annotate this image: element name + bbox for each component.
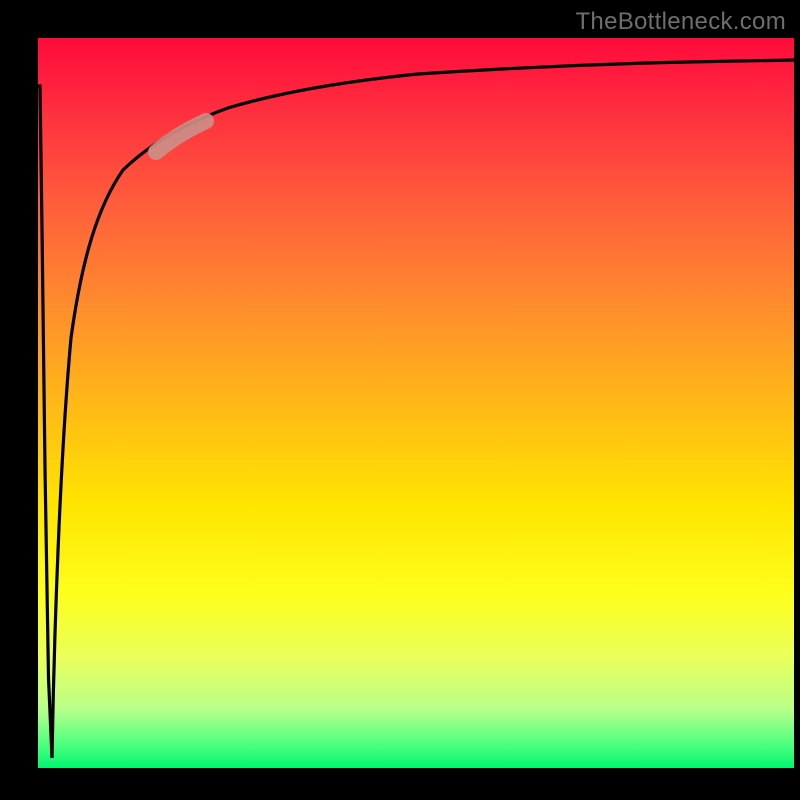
chart-frame: TheBottleneck.com xyxy=(0,0,800,800)
highlight-segment xyxy=(156,121,206,152)
curve-drop xyxy=(38,86,52,758)
watermark-label: TheBottleneck.com xyxy=(575,8,786,36)
curve-rise xyxy=(52,60,794,758)
plot-area xyxy=(38,38,794,768)
curve-layer xyxy=(38,38,794,768)
